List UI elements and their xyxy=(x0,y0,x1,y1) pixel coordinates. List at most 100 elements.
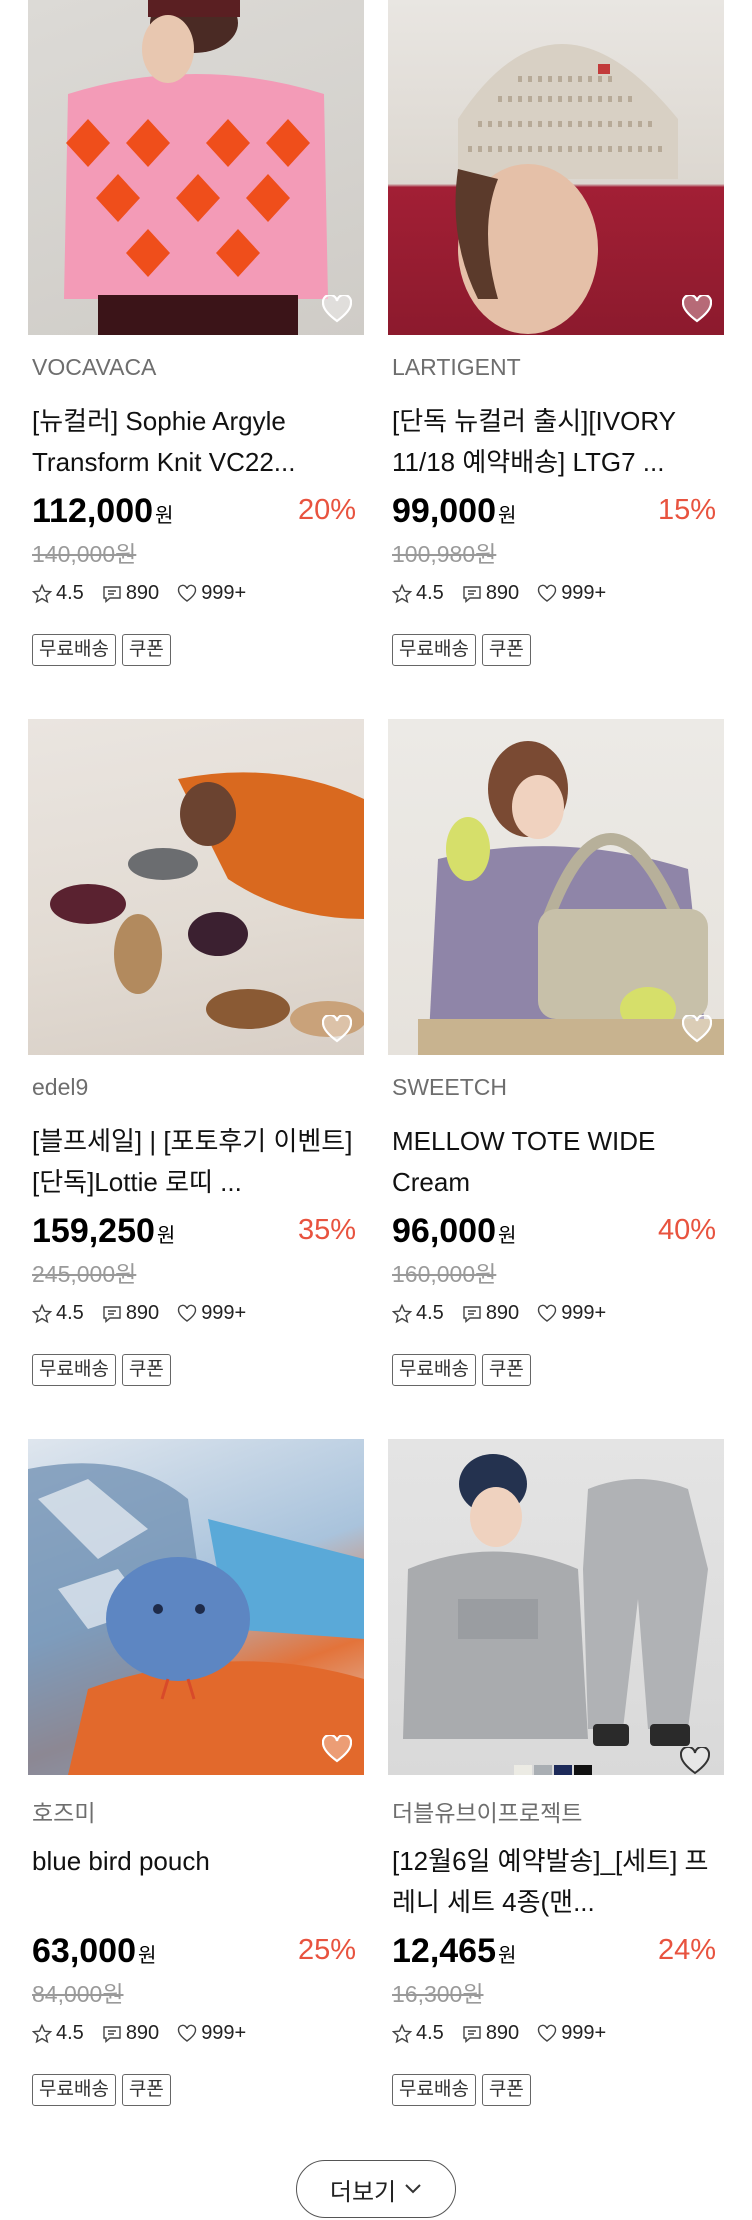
product-card[interactable]: SWEETCH MELLOW TOTE WIDE Cream 96,000 원 4… xyxy=(388,719,724,1386)
like-count: 999+ xyxy=(201,2022,247,2044)
sale-price: 63,000 원 xyxy=(32,1932,156,1971)
rating-value: 4.5 xyxy=(416,582,444,604)
color-swatch[interactable] xyxy=(574,1765,592,1775)
heart-small-icon xyxy=(177,1304,197,1322)
heart-small-icon xyxy=(537,2024,557,2042)
tag-list: 무료배송 쿠폰 xyxy=(32,634,171,666)
product-title[interactable]: blue bird pouch xyxy=(32,1841,360,1923)
product-image[interactable] xyxy=(388,1439,724,1775)
original-price: 100,980원 xyxy=(392,541,497,567)
comment-icon xyxy=(103,1305,121,1323)
original-price: 245,000원 xyxy=(32,1261,137,1287)
tag-list: 무료배송 쿠폰 xyxy=(392,1354,531,1386)
coupon-badge: 쿠폰 xyxy=(481,1354,531,1386)
tag-list: 무료배송 쿠폰 xyxy=(32,2074,171,2106)
discount-rate: 20% xyxy=(297,494,356,526)
load-more-label: 더보기 xyxy=(329,2178,397,2206)
color-swatch[interactable] xyxy=(534,1765,552,1775)
comment-icon xyxy=(463,2025,481,2043)
product-stats: 4.5 890 999+ xyxy=(392,1302,624,1325)
star-icon xyxy=(32,1303,52,1323)
currency-unit: 원 xyxy=(155,505,174,527)
brand-name[interactable]: VOCAVACA xyxy=(32,354,156,381)
heart-small-icon xyxy=(177,2024,197,2042)
product-card[interactable]: 더블유브이프로젝트 [12월6일 예약발송]_[세트] 프레니 세트 4종(맨.… xyxy=(388,1439,724,2106)
product-card[interactable]: 호즈미 blue bird pouch 63,000 원 25% 84,000원 … xyxy=(28,1439,364,2106)
currency-unit: 원 xyxy=(156,1225,176,1247)
product-image[interactable] xyxy=(388,719,724,1055)
review-count: 890 xyxy=(485,582,520,604)
price-value: 63,000 xyxy=(32,1932,136,1970)
product-title[interactable]: [블프세일] | [포토후기 이벤트] [단독]Lottie 로띠 ... xyxy=(32,1121,360,1203)
product-image[interactable] xyxy=(388,0,724,335)
color-swatch[interactable] xyxy=(554,1765,572,1775)
product-card[interactable]: LARTIGENT [단독 뉴컬러 출시][IVORY 11/18 예약배송] … xyxy=(388,0,724,666)
free-shipping-badge: 무료배송 xyxy=(32,2074,116,2106)
review-count: 890 xyxy=(485,2022,520,2044)
brand-name[interactable]: 더블유브이프로젝트 xyxy=(392,1794,582,1828)
product-title[interactable]: [단독 뉴컬러 출시][IVORY 11/18 예약배송] LTG7 ... xyxy=(392,401,720,483)
price-value: 159,250 xyxy=(32,1212,155,1250)
heart-small-icon xyxy=(537,1304,557,1322)
star-icon xyxy=(392,2023,412,2043)
product-card[interactable]: edel9 [블프세일] | [포토후기 이벤트] [단독]Lottie 로띠 … xyxy=(28,719,364,1386)
free-shipping-badge: 무료배송 xyxy=(32,1354,116,1386)
like-count: 999+ xyxy=(561,2022,607,2044)
brand-name[interactable]: 호즈미 xyxy=(32,1794,95,1828)
like-count: 999+ xyxy=(201,1302,247,1324)
sale-price: 99,000 원 xyxy=(392,492,516,531)
rating-value: 4.5 xyxy=(56,1302,84,1324)
sale-price: 112,000 원 xyxy=(32,492,173,531)
comment-icon xyxy=(463,585,481,603)
product-stats: 4.5 890 999+ xyxy=(392,2022,624,2045)
product-title[interactable]: MELLOW TOTE WIDE Cream xyxy=(392,1121,720,1203)
load-more-button[interactable]: 더보기 xyxy=(296,2160,456,2218)
rating-value: 4.5 xyxy=(56,582,84,604)
free-shipping-badge: 무료배송 xyxy=(392,634,476,666)
like-heart-icon[interactable] xyxy=(322,1015,352,1043)
review-count: 890 xyxy=(125,1302,160,1324)
product-stats: 4.5 890 999+ xyxy=(32,2022,264,2045)
discount-rate: 15% xyxy=(657,494,716,526)
like-heart-icon[interactable] xyxy=(680,1747,710,1775)
rating-value: 4.5 xyxy=(56,2022,84,2044)
rating-value: 4.5 xyxy=(416,1302,444,1324)
product-card[interactable]: VOCAVACA [뉴컬러] Sophie Argyle Transform K… xyxy=(28,0,364,666)
price-value: 12,465 xyxy=(392,1932,496,1970)
like-heart-icon[interactable] xyxy=(322,295,352,323)
coupon-badge: 쿠폰 xyxy=(121,2074,171,2106)
product-stats: 4.5 890 999+ xyxy=(392,582,624,605)
currency-unit: 원 xyxy=(498,1225,517,1247)
like-heart-icon[interactable] xyxy=(682,295,712,323)
discount-rate: 40% xyxy=(657,1214,716,1246)
brand-name[interactable]: LARTIGENT xyxy=(392,354,521,381)
product-image[interactable] xyxy=(28,0,364,335)
free-shipping-badge: 무료배송 xyxy=(392,2074,476,2106)
sale-price: 159,250 원 xyxy=(32,1212,175,1251)
like-count: 999+ xyxy=(201,582,247,604)
star-icon xyxy=(32,2023,52,2043)
product-stats: 4.5 890 999+ xyxy=(32,582,264,605)
brand-name[interactable]: edel9 xyxy=(32,1074,88,1101)
sale-price: 12,465 원 xyxy=(392,1932,516,1971)
original-price: 160,000원 xyxy=(392,1261,497,1287)
brand-name[interactable]: SWEETCH xyxy=(392,1074,507,1101)
comment-icon xyxy=(463,1305,481,1323)
heart-small-icon xyxy=(177,584,197,602)
like-heart-icon[interactable] xyxy=(682,1015,712,1043)
discount-rate: 25% xyxy=(297,1934,356,1966)
review-count: 890 xyxy=(485,1302,520,1324)
free-shipping-badge: 무료배송 xyxy=(392,1354,476,1386)
currency-unit: 원 xyxy=(498,505,517,527)
like-count: 999+ xyxy=(561,582,607,604)
rating-value: 4.5 xyxy=(416,2022,444,2044)
like-heart-icon[interactable] xyxy=(322,1735,352,1763)
color-swatch[interactable] xyxy=(514,1765,532,1775)
product-title[interactable]: [12월6일 예약발송]_[세트] 프레니 세트 4종(맨... xyxy=(392,1841,720,1923)
original-price: 84,000원 xyxy=(32,1981,124,2007)
heart-small-icon xyxy=(537,584,557,602)
coupon-badge: 쿠폰 xyxy=(481,2074,531,2106)
product-title[interactable]: [뉴컬러] Sophie Argyle Transform Knit VC22.… xyxy=(32,401,360,483)
product-image[interactable] xyxy=(28,1439,364,1775)
product-image[interactable] xyxy=(28,719,364,1055)
